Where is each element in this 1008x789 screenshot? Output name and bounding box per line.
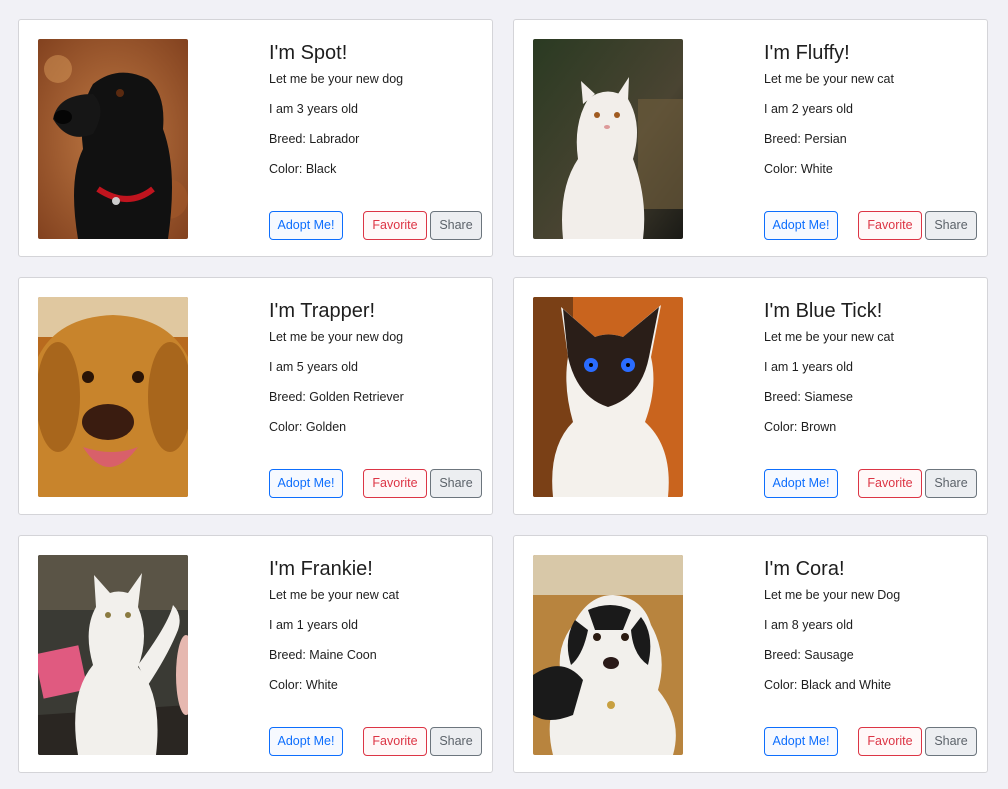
pet-age: I am 5 years old	[269, 360, 358, 374]
pet-info: I'm Frankie! Let me be your new cat I am…	[269, 556, 484, 708]
pet-tagline: Let me be your new cat	[764, 72, 894, 86]
pet-card: I'm Trapper! Let me be your new dog I am…	[18, 277, 493, 515]
pet-breed: Breed: Persian	[764, 132, 847, 146]
favorite-button[interactable]: Favorite	[363, 469, 427, 498]
adopt-button[interactable]: Adopt Me!	[764, 211, 838, 240]
pet-color: Color: Golden	[269, 420, 347, 434]
favorite-button[interactable]: Favorite	[858, 469, 922, 498]
pet-card: I'm Fluffy! Let me be your new cat I am …	[513, 19, 988, 257]
share-button[interactable]: Share	[430, 211, 482, 240]
pet-name: I'm Spot!	[269, 42, 348, 64]
favorite-button[interactable]: Favorite	[858, 211, 922, 240]
pet-color: Color: Black	[269, 162, 337, 176]
pet-tagline: Let me be your new dog	[269, 330, 404, 344]
pet-breed: Breed: Maine Coon	[269, 648, 377, 662]
pet-tagline: Let me be your new cat	[269, 588, 399, 602]
pet-tagline: Let me be your new Dog	[764, 588, 901, 602]
pet-color: Color: Brown	[764, 420, 837, 434]
adopt-button[interactable]: Adopt Me!	[269, 469, 343, 498]
pet-photo	[38, 39, 188, 239]
pet-card: I'm Cora! Let me be your new Dog I am 8 …	[513, 535, 988, 773]
pet-grid: I'm Spot! Let me be your new dog I am 3 …	[0, 0, 1008, 789]
pet-card: I'm Frankie! Let me be your new cat I am…	[18, 535, 493, 773]
pet-breed: Breed: Sausage	[764, 648, 854, 662]
pet-breed: Breed: Siamese	[764, 390, 853, 404]
share-button[interactable]: Share	[925, 727, 977, 756]
pet-info: I'm Cora! Let me be your new Dog I am 8 …	[764, 556, 979, 708]
favorite-button[interactable]: Favorite	[858, 727, 922, 756]
pet-photo	[38, 297, 188, 497]
pet-photo	[533, 555, 683, 755]
pet-name: I'm Trapper!	[269, 300, 376, 322]
pet-photo	[38, 555, 188, 755]
pet-tagline: Let me be your new cat	[764, 330, 894, 344]
pet-color: Color: White	[269, 678, 338, 692]
pet-breed: Breed: Golden Retriever	[269, 390, 404, 404]
pet-color: Color: Black and White	[764, 678, 892, 692]
pet-age: I am 8 years old	[764, 618, 853, 632]
adopt-button[interactable]: Adopt Me!	[764, 727, 838, 756]
pet-name: I'm Cora!	[764, 558, 845, 580]
pet-photo	[533, 297, 683, 497]
pet-photo	[533, 39, 683, 239]
pet-card: I'm Blue Tick! Let me be your new cat I …	[513, 277, 988, 515]
pet-card: I'm Spot! Let me be your new dog I am 3 …	[18, 19, 493, 257]
share-button[interactable]: Share	[430, 469, 482, 498]
share-button[interactable]: Share	[925, 469, 977, 498]
favorite-button[interactable]: Favorite	[363, 211, 427, 240]
pet-age: I am 2 years old	[764, 102, 853, 116]
pet-age: I am 1 years old	[764, 360, 853, 374]
pet-info: I'm Trapper! Let me be your new dog I am…	[269, 298, 484, 450]
pet-name: I'm Fluffy!	[764, 42, 850, 64]
pet-info: I'm Blue Tick! Let me be your new cat I …	[764, 298, 979, 450]
favorite-button[interactable]: Favorite	[363, 727, 427, 756]
pet-age: I am 1 years old	[269, 618, 358, 632]
pet-tagline: Let me be your new dog	[269, 72, 404, 86]
pet-info: I'm Fluffy! Let me be your new cat I am …	[764, 40, 979, 192]
pet-age: I am 3 years old	[269, 102, 358, 116]
adopt-button[interactable]: Adopt Me!	[269, 727, 343, 756]
pet-name: I'm Blue Tick!	[764, 300, 883, 322]
pet-name: I'm Frankie!	[269, 558, 373, 580]
pet-info: I'm Spot! Let me be your new dog I am 3 …	[269, 40, 484, 192]
pet-color: Color: White	[764, 162, 833, 176]
adopt-button[interactable]: Adopt Me!	[764, 469, 838, 498]
pet-breed: Breed: Labrador	[269, 132, 360, 146]
share-button[interactable]: Share	[430, 727, 482, 756]
adopt-button[interactable]: Adopt Me!	[269, 211, 343, 240]
share-button[interactable]: Share	[925, 211, 977, 240]
